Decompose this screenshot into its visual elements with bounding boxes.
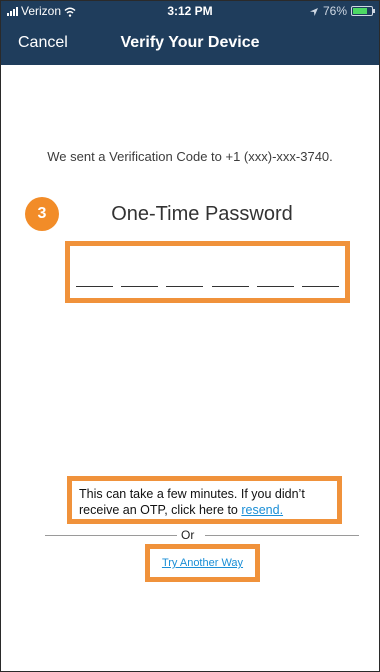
resend-link[interactable]: resend.	[241, 503, 283, 517]
otp-digit-slot[interactable]	[121, 286, 159, 287]
divider-left	[45, 535, 177, 536]
status-right: 76%	[309, 4, 375, 18]
battery-percent: 76%	[322, 4, 347, 18]
otp-digit-slots[interactable]	[76, 286, 339, 287]
otp-digit-slot[interactable]	[256, 286, 294, 287]
or-divider: Or	[21, 527, 359, 543]
otp-help-text: This can take a few minutes. If you didn…	[79, 486, 333, 518]
otp-digit-slot[interactable]	[301, 286, 339, 287]
nav-bar: Cancel Verify Your Device	[1, 27, 379, 61]
otp-input[interactable]	[65, 241, 350, 303]
help-line-2: receive an OTP, click here to	[79, 503, 242, 517]
divider-right	[205, 535, 359, 536]
try-another-way-box: Try Another Way	[145, 544, 260, 582]
page-title: Verify Your Device	[120, 34, 260, 51]
battery-icon	[351, 6, 375, 16]
otp-digit-slot[interactable]	[166, 286, 204, 287]
try-another-way-link[interactable]: Try Another Way	[162, 557, 243, 569]
otp-digit-slot[interactable]	[211, 286, 249, 287]
location-icon	[309, 6, 319, 16]
otp-title: One-Time Password	[111, 203, 293, 225]
status-bar: Verizon 3:12 PM 76%	[1, 1, 379, 23]
help-line-1: This can take a few minutes. If you didn…	[79, 487, 305, 501]
phone-screen: Verizon 3:12 PM 76% Cancel Verify Your D…	[0, 0, 380, 672]
otp-help-box: This can take a few minutes. If you didn…	[67, 476, 342, 524]
header: Verizon 3:12 PM 76% Cancel Verify Your D…	[1, 1, 379, 65]
otp-digit-slot[interactable]	[76, 286, 113, 287]
or-label: Or	[181, 528, 195, 542]
battery-fill	[353, 8, 367, 14]
sent-message: We sent a Verification Code to +1 (xxx)-…	[47, 149, 333, 164]
